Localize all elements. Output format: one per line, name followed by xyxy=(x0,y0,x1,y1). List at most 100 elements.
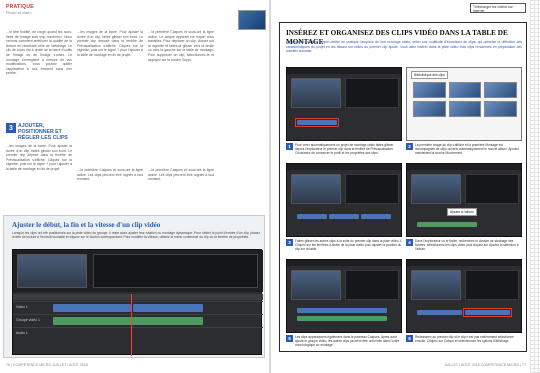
monitor-pane xyxy=(345,78,399,108)
clip-thumbnail xyxy=(413,82,446,98)
monitor-pane xyxy=(345,270,399,300)
tutorial-step: 3 Faites glisser les autres clips à la s… xyxy=(286,163,402,255)
step-text: Redessinez au premier clip si le clip n'… xyxy=(415,335,514,343)
box-text: Lorsque les clips ont été positionnés su… xyxy=(12,231,260,240)
step-text: Les clips apparaissent également dans le… xyxy=(295,335,400,347)
body-text: …la première Calques et sous-ont la lign… xyxy=(148,168,214,182)
text-column-1: …le titre fluidité, en rouge quand les s… xyxy=(6,30,72,187)
top-note: Télécharger les vidéos sur internet xyxy=(470,3,526,13)
step-caption: 3 Faites glisser les autres clips à la s… xyxy=(286,239,402,255)
step-number: 3 xyxy=(286,239,293,246)
box-title: Ajuster le début, la fin et la vitesse d… xyxy=(12,221,161,229)
page-footer: JUILLET / AOÛT 2018 COMPÉTENCE MICRO | 7… xyxy=(444,363,526,367)
step-caption: 2 La première image du clip s'affiche et… xyxy=(406,143,522,159)
step-number: 1 xyxy=(286,143,293,150)
text-column-3: …la première Calques et sous-ont la lign… xyxy=(148,30,214,211)
preview-pane xyxy=(411,270,461,300)
body-text: …le titre fluidité, en rouge quand les s… xyxy=(6,30,72,76)
step-text: Pour créer automatiquement un projet de … xyxy=(295,143,394,155)
clip-thumbnail xyxy=(484,82,517,98)
app-toolbar xyxy=(287,68,401,74)
track-label: Groupe vidéo 1 xyxy=(16,318,40,322)
clip-thumbnail xyxy=(448,101,482,117)
step-screenshot xyxy=(286,67,402,141)
step-screenshot: Bibliothèque des clips xyxy=(406,67,522,141)
video-editor-screenshot: Vidéo 1 Groupe vidéo 1 Audio 1 xyxy=(12,249,263,356)
monitor-pane xyxy=(345,174,399,204)
timeline-track: Groupe vidéo 1 xyxy=(13,314,263,326)
page-footer: 76 | COMPÉTENCE MICRO JUILLET / AOÛT 201… xyxy=(6,363,88,367)
text-column-2: …les images de la barre. Pour ajuster la… xyxy=(77,30,143,211)
step-title: AJOUTER, POSITIONNER ET RÉGLER LES CLIPS xyxy=(18,123,68,141)
timeline-clip xyxy=(53,304,131,312)
step-number: 6 xyxy=(406,335,413,342)
timeline-clip xyxy=(361,214,391,219)
monitor-pane xyxy=(93,254,258,288)
monitor-pane xyxy=(465,270,519,300)
body-text: …la première Calques et sous-ont la lign… xyxy=(77,168,143,182)
step-caption: 5 Les clips apparaissent également dans … xyxy=(286,335,402,351)
editor-top-panel xyxy=(13,250,263,292)
app-toolbar xyxy=(287,164,401,170)
timeline-clip xyxy=(417,222,477,227)
body-text: …les images de la barre. Pour ajuster la… xyxy=(6,144,72,171)
app-toolbar xyxy=(407,260,521,266)
step-number: 2 xyxy=(406,143,413,150)
timeline-clip xyxy=(329,214,359,219)
timeline-track: Vidéo 1 xyxy=(13,301,263,313)
clip-thumbnail xyxy=(448,82,482,98)
preview-pane xyxy=(291,174,341,204)
highlight-marker xyxy=(463,308,512,317)
preview-pane xyxy=(411,174,461,204)
preview-pane xyxy=(17,254,87,288)
tutorial-step: 6 Redessinez au premier clip si le clip … xyxy=(406,259,522,351)
preview-pane xyxy=(291,270,341,300)
right-page: Télécharger les vidéos sur internet INSÉ… xyxy=(271,0,540,373)
step-text: La première image du clip s'affiche et l… xyxy=(415,143,520,155)
step-text: Dans l'explorateur ou le finder, recherc… xyxy=(415,239,519,251)
body-text: …la première Calques et sous-ont la lign… xyxy=(148,30,214,62)
step-screenshot xyxy=(406,259,522,333)
section-subtitle: Photo et vidéo xyxy=(6,10,32,15)
app-toolbar xyxy=(287,260,401,266)
left-page: PRATIQUE Photo et vidéo …le titre fluidi… xyxy=(0,0,269,373)
timeline-clip xyxy=(417,310,462,315)
step-screenshot xyxy=(286,259,402,333)
add-to-album-callout: Ajouter à l'album xyxy=(447,208,477,216)
step-number: 4 xyxy=(406,239,413,246)
tutorial-step: 1 Pour créer automatiquement un projet d… xyxy=(286,67,402,159)
step-screenshot xyxy=(286,163,402,237)
step-caption: 6 Redessinez au premier clip si le clip … xyxy=(406,335,522,351)
body-text: …les images de la barre. Pour ajuster la… xyxy=(77,30,143,57)
timeline-clip xyxy=(297,316,387,321)
preview-pane xyxy=(291,78,341,108)
playhead xyxy=(131,294,132,356)
app-toolbar xyxy=(407,164,521,170)
grid-margin xyxy=(530,0,540,373)
tutorial-step: Bibliothèque des clips 2 La première ima… xyxy=(406,67,522,159)
info-box: Ajuster le début, la fin et la vitesse d… xyxy=(3,215,265,358)
monitor-pane xyxy=(465,174,519,204)
step-screenshot: Ajouter à l'album xyxy=(406,163,522,237)
step-heading: 3 AJOUTER, POSITIONNER ET RÉGLER LES CLI… xyxy=(6,123,72,141)
panel-title: Bibliothèque des clips xyxy=(411,71,448,79)
timeline-track: Audio 1 xyxy=(13,327,263,339)
step-text: Faites glisser les autres clips à la sui… xyxy=(295,239,402,251)
tutorial-intro: On pense à tort très simple mettre en pr… xyxy=(286,40,522,53)
step-number: 3 xyxy=(6,123,16,133)
tutorial-box: INSÉREZ ET ORGANISEZ DES CLIPS VIDÉO DAN… xyxy=(279,22,527,352)
track-label: Audio 1 xyxy=(16,331,28,335)
step-caption: 1 Pour créer automatiquement un projet d… xyxy=(286,143,402,159)
step-number: 5 xyxy=(286,335,293,342)
step-caption: 4 Dans l'explorateur ou le finder, reche… xyxy=(406,239,522,255)
highlight-marker xyxy=(295,118,339,127)
timeline-clip xyxy=(53,317,203,325)
timeline-clip xyxy=(133,304,203,312)
tutorial-step: 5 Les clips apparaissent également dans … xyxy=(286,259,402,351)
timeline-clip xyxy=(297,214,327,219)
clip-thumbnail xyxy=(484,101,517,117)
magazine-spread: PRATIQUE Photo et vidéo …le titre fluidi… xyxy=(0,0,540,373)
video-thumbnail xyxy=(238,10,266,30)
tutorial-step: Ajouter à l'album 4 Dans l'explorateur o… xyxy=(406,163,522,255)
clip-thumbnail xyxy=(413,101,446,117)
